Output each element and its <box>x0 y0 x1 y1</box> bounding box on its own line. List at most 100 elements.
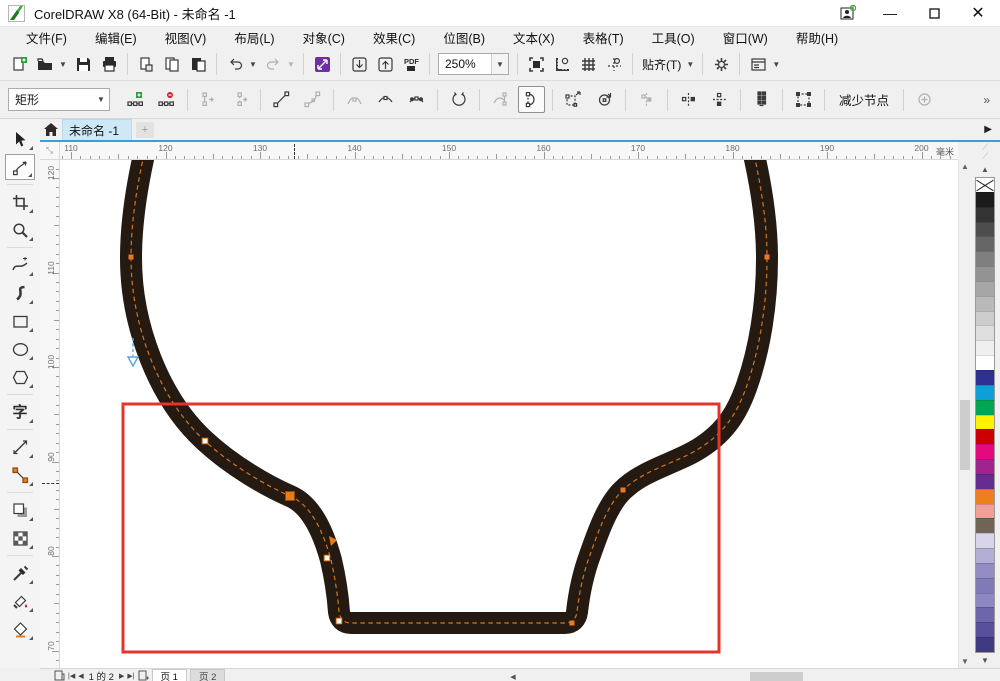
color-swatch-31[interactable] <box>976 637 994 652</box>
color-swatch-18[interactable] <box>976 444 994 459</box>
extract-subpath-button[interactable] <box>487 86 514 113</box>
color-swatch-4[interactable] <box>976 236 994 251</box>
zoom-tool[interactable] <box>5 217 35 243</box>
window-options-dropdown[interactable]: ▼ <box>771 52 781 76</box>
snap-dropdown[interactable]: ▼ <box>685 52 695 76</box>
first-page-icon[interactable]: |◀ <box>68 672 75 680</box>
sign-in-icon[interactable] <box>828 0 868 26</box>
menu-item-10[interactable]: 窗口(W) <box>709 26 782 49</box>
options-button[interactable] <box>709 52 733 76</box>
select-all-nodes-button[interactable] <box>790 86 817 113</box>
copy-button[interactable] <box>160 52 184 76</box>
color-swatch-21[interactable] <box>976 489 994 504</box>
redo-dropdown[interactable]: ▼ <box>286 52 296 76</box>
window-options-button[interactable] <box>746 52 770 76</box>
crop-tool[interactable] <box>5 189 35 215</box>
import-button[interactable] <box>347 52 371 76</box>
color-swatch-30[interactable] <box>976 622 994 637</box>
print-button[interactable] <box>97 52 121 76</box>
eyedropper-tool[interactable] <box>5 560 35 586</box>
path-node[interactable] <box>765 255 770 260</box>
break-nodes-button[interactable] <box>226 86 253 113</box>
drop-shadow-tool[interactable] <box>5 497 35 523</box>
color-swatch-1[interactable] <box>976 192 994 207</box>
align-nodes-button[interactable] <box>633 86 660 113</box>
vertical-ruler[interactable]: 120110100908070 <box>40 160 60 668</box>
menu-item-6[interactable]: 位图(B) <box>429 26 499 49</box>
new-tab-button[interactable]: + <box>136 122 154 138</box>
transparency-tool[interactable] <box>5 525 35 551</box>
snap-to-button[interactable]: 贴齐(T) <box>639 52 684 76</box>
cut-button[interactable] <box>134 52 158 76</box>
horizontal-ruler[interactable]: 110120130140150160170180190200毫米 <box>60 142 958 160</box>
shape-type-combobox[interactable]: 矩形▼ <box>8 88 110 111</box>
bulb-shape-outline[interactable] <box>131 160 767 623</box>
vertical-scrollbar[interactable]: ▲ ▼ <box>958 160 970 668</box>
open-button[interactable] <box>33 52 57 76</box>
rotate-nodes-button[interactable] <box>591 86 618 113</box>
zoom-level-combobox[interactable]: 250%▼ <box>438 53 509 75</box>
connector-tool[interactable] <box>5 462 35 488</box>
menu-item-0[interactable]: 文件(F) <box>12 26 81 49</box>
undo-button[interactable] <box>223 52 247 76</box>
menu-item-5[interactable]: 效果(C) <box>359 26 429 49</box>
join-nodes-button[interactable] <box>195 86 222 113</box>
show-rulers-button[interactable] <box>550 52 574 76</box>
horizontal-scrollbar[interactable]: ◀ <box>508 671 986 681</box>
color-swatch-23[interactable] <box>976 518 994 533</box>
color-swatch-26[interactable] <box>976 563 994 578</box>
palette-scroll-up-icon[interactable]: ▲ <box>981 162 989 177</box>
interactive-fill-tool[interactable] <box>5 588 35 614</box>
ellipse-tool[interactable] <box>5 336 35 362</box>
shape-type-dropdown-icon[interactable]: ▼ <box>93 95 109 104</box>
color-swatch-15[interactable] <box>976 400 994 415</box>
ruler-origin-icon[interactable]: ⤡ <box>40 142 60 160</box>
color-swatch-14[interactable] <box>976 385 994 400</box>
maximize-button[interactable] <box>912 0 956 26</box>
scroll-left-icon[interactable]: ◀ <box>508 671 518 681</box>
zoom-dropdown-icon[interactable]: ▼ <box>491 54 508 74</box>
freehand-tool[interactable] <box>5 252 35 278</box>
color-swatch-22[interactable] <box>976 504 994 519</box>
color-swatch-3[interactable] <box>976 222 994 237</box>
path-node[interactable] <box>129 255 134 260</box>
color-swatch-2[interactable] <box>976 207 994 222</box>
horizontal-scroll-thumb[interactable] <box>750 672 803 681</box>
smart-fill-tool[interactable] <box>5 616 35 642</box>
fullscreen-preview-button[interactable] <box>524 52 548 76</box>
propbar-overflow-chevron[interactable]: » <box>983 93 990 107</box>
export-button[interactable] <box>373 52 397 76</box>
color-swatch-6[interactable] <box>976 266 994 281</box>
docker-expand-icon[interactable]: ▶ <box>984 124 992 135</box>
color-swatch-28[interactable] <box>976 593 994 608</box>
document-tab[interactable]: 未命名 -1 <box>62 119 132 140</box>
color-swatch-5[interactable] <box>976 251 994 266</box>
color-swatch-12[interactable] <box>976 355 994 370</box>
page-tab-2[interactable]: 页 2 <box>190 669 225 681</box>
minimize-button[interactable]: — <box>868 0 912 26</box>
menu-item-7[interactable]: 文本(X) <box>499 26 569 49</box>
color-swatch-20[interactable] <box>976 474 994 489</box>
publish-pdf-button[interactable]: PDF <box>399 52 423 76</box>
page-tab-1[interactable]: 页 1 <box>152 669 187 681</box>
redo-button[interactable] <box>261 52 285 76</box>
menu-item-11[interactable]: 帮助(H) <box>782 26 852 49</box>
dimension-tool[interactable] <box>5 434 35 460</box>
menu-item-4[interactable]: 对象(C) <box>289 26 359 49</box>
page-flip-icon[interactable] <box>54 670 65 681</box>
color-swatch-13[interactable] <box>976 370 994 385</box>
artistic-media-tool[interactable] <box>5 280 35 306</box>
path-node[interactable] <box>286 492 295 501</box>
palette-scroll-down-icon[interactable]: ▼ <box>981 653 989 668</box>
color-swatch-8[interactable] <box>976 296 994 311</box>
elastic-mode-button[interactable] <box>748 86 775 113</box>
polygon-tool[interactable] <box>5 364 35 390</box>
reverse-direction-button[interactable] <box>445 86 472 113</box>
stretch-nodes-button[interactable] <box>560 86 587 113</box>
open-dropdown[interactable]: ▼ <box>58 52 68 76</box>
color-swatch-7[interactable] <box>976 281 994 296</box>
menu-item-2[interactable]: 视图(V) <box>151 26 221 49</box>
add-node-button[interactable] <box>122 86 149 113</box>
vertical-scroll-thumb[interactable] <box>960 400 970 470</box>
rectangle-tool[interactable] <box>5 308 35 334</box>
